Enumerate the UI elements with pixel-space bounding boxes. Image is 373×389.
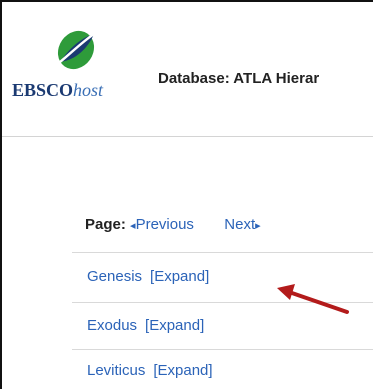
next-label: Next xyxy=(224,216,256,233)
annotation-arrow-icon xyxy=(277,284,349,314)
database-title: Database: ATLA Hierar xyxy=(158,70,320,87)
expand-link-exodus[interactable]: [Expand] xyxy=(145,317,204,334)
list-item: Leviticus [Expand] xyxy=(87,362,213,379)
pagination: Page: ◂Previous Next▸ xyxy=(85,216,261,233)
divider xyxy=(72,349,373,350)
divider xyxy=(72,252,373,253)
page-label: Page: xyxy=(85,216,126,233)
expand-link-genesis[interactable]: [Expand] xyxy=(150,268,209,285)
ebsco-host-logo[interactable]: EBSCOhost xyxy=(12,80,103,101)
list-item: Genesis [Expand] xyxy=(87,268,209,285)
header: EBSCOhost Database: ATLA Hierar xyxy=(2,2,373,137)
item-link-leviticus[interactable]: Leviticus xyxy=(87,362,145,379)
next-arrow-icon: ▸ xyxy=(255,220,261,232)
next-link[interactable]: Next▸ xyxy=(224,216,260,233)
previous-link[interactable]: ◂Previous xyxy=(130,216,194,233)
item-link-genesis[interactable]: Genesis xyxy=(87,268,142,285)
previous-label: Previous xyxy=(135,216,194,233)
item-link-exodus[interactable]: Exodus xyxy=(87,317,137,334)
list-item: Exodus [Expand] xyxy=(87,317,204,334)
expand-link-leviticus[interactable]: [Expand] xyxy=(153,362,212,379)
ebsco-logo-icon xyxy=(57,30,95,70)
